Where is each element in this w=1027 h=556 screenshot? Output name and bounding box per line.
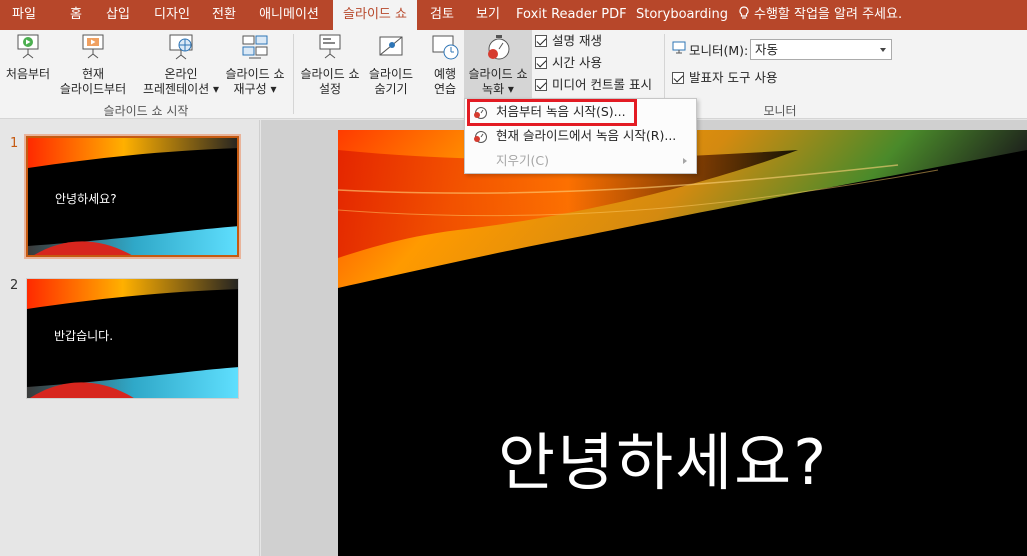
use-presenter-view-checkbox[interactable]: 발표자 도구 사용: [672, 69, 777, 87]
checkbox-checked-icon: [535, 79, 547, 91]
slide-editing-area: 안녕하세요?: [261, 120, 1027, 556]
rehearse-label-1: 예행: [433, 67, 457, 81]
tab-review[interactable]: 검토: [424, 0, 460, 30]
from-beginning-button[interactable]: 처음부터: [2, 32, 54, 98]
slide-thumb-text-2: 반갑습니다.: [54, 329, 114, 343]
tab-file[interactable]: 파일: [0, 0, 48, 30]
setup-show-label-2: 설정: [318, 82, 342, 96]
menu-clear[interactable]: 지우기(C): [465, 149, 696, 173]
tab-home[interactable]: 홈: [60, 0, 92, 30]
custom-show-icon: [242, 35, 268, 59]
tab-design[interactable]: 디자인: [146, 0, 198, 30]
checkbox-checked-icon: [535, 35, 547, 47]
powerpoint-window: 파일 홈 삽입 디자인 전환 애니메이션 슬라이드 쇼 검토 보기 Foxit …: [0, 0, 1027, 556]
slide-title-text[interactable]: 안녕하세요?: [498, 412, 828, 502]
use-timings-checkbox[interactable]: 시간 사용: [535, 54, 602, 72]
hide-slide-label-2: 숨기기: [374, 82, 408, 96]
from-beginning-label: 처음부터: [5, 67, 51, 81]
checkbox-checked-icon: [535, 57, 547, 69]
current-slide[interactable]: 안녕하세요?: [338, 130, 1027, 556]
use-timings-label: 시간 사용: [552, 55, 602, 70]
from-current-label-2: 슬라이드부터: [59, 82, 127, 96]
ribbon-tab-bar: 파일 홈 삽입 디자인 전환 애니메이션 슬라이드 쇼 검토 보기 Foxit …: [0, 0, 1027, 30]
show-media-controls-checkbox[interactable]: 미디어 컨트롤 표시: [535, 76, 652, 94]
rehearse-timings-icon: [432, 35, 459, 60]
rehearse-label-2: 연습: [433, 82, 457, 96]
tell-me-text: 수행할 작업을 알려 주세요.: [754, 7, 903, 22]
monitor-select[interactable]: 자동: [750, 39, 892, 60]
group-label-start-slide-show: 슬라이드 쇼 시작: [103, 104, 189, 118]
chevron-right-icon: [683, 158, 687, 164]
tab-storyboarding[interactable]: Storyboarding: [634, 0, 730, 30]
hide-slide-icon: [379, 36, 403, 56]
hide-slide-label-1: 슬라이드: [368, 67, 414, 81]
record-stopwatch-icon: [488, 35, 510, 60]
setup-show-icon: [319, 34, 341, 59]
slide-thumbnails-pane: 1 안녕하세요? 2 반갑습니다.: [0, 120, 260, 556]
custom-show-label-2: 재구성 ▾: [233, 82, 277, 96]
tab-view[interactable]: 보기: [470, 0, 506, 30]
ribbon-group-divider: [293, 34, 294, 114]
present-online-label-2: 프레젠테이션 ▾: [142, 82, 220, 96]
tab-foxit-reader-pdf[interactable]: Foxit Reader PDF: [516, 0, 627, 30]
menu-item-label: 현재 슬라이드에서 녹음 시작(R)...: [496, 128, 677, 143]
presenter-view-label: 발표자 도구 사용: [689, 70, 778, 85]
group-label-monitors: 모니터: [763, 104, 797, 118]
lightbulb-icon: [739, 6, 749, 19]
slideshow-play-icon: [17, 34, 39, 59]
tab-transitions[interactable]: 전환: [204, 0, 244, 30]
tab-animations[interactable]: 애니메이션: [250, 0, 328, 30]
tab-insert[interactable]: 삽입: [100, 0, 136, 30]
menu-record-from-current-slide[interactable]: 현재 슬라이드에서 녹음 시작(R)...: [465, 124, 696, 148]
present-online-icon: [169, 34, 193, 60]
slide-number-2: 2: [10, 278, 19, 293]
record-stopwatch-icon: [474, 131, 487, 143]
monitor-icon: [672, 41, 686, 54]
monitor-select-value: 자동: [755, 42, 779, 57]
tab-slide-show[interactable]: 슬라이드 쇼: [333, 0, 417, 30]
custom-show-label-1: 슬라이드 쇼: [225, 67, 285, 81]
play-narrations-label: 설명 재생: [552, 33, 602, 48]
record-slide-show-button[interactable]: 슬라이드 쇼 녹화 ▾: [464, 30, 532, 98]
slide-thumbnail-2[interactable]: 반갑습니다.: [26, 278, 239, 399]
tell-me-search[interactable]: 수행할 작업을 알려 주세요.: [738, 0, 902, 30]
rehearse-timings-button[interactable]: 예행 연습: [424, 32, 466, 98]
present-online-button[interactable]: 온라인 프레젠테이션 ▾: [137, 32, 225, 98]
annotation-highlight-box: [467, 99, 637, 126]
custom-slide-show-button[interactable]: 슬라이드 쇼 재구성 ▾: [221, 32, 289, 98]
slide-thumbnail-1[interactable]: 안녕하세요?: [24, 134, 241, 259]
monitor-label: 모니터(M):: [689, 43, 749, 58]
setup-show-label-1: 슬라이드 쇼: [300, 67, 360, 81]
show-media-controls-label: 미디어 컨트롤 표시: [552, 77, 652, 92]
from-current-slide-button[interactable]: 현재 슬라이드부터: [54, 32, 132, 98]
menu-item-label: 지우기(C): [496, 153, 549, 168]
record-label-2: 녹화 ▾: [482, 82, 514, 96]
from-current-label-1: 현재: [81, 67, 105, 81]
play-narrations-checkbox[interactable]: 설명 재생: [535, 32, 602, 50]
hide-slide-button[interactable]: 슬라이드 숨기기: [364, 32, 418, 98]
slide-thumb-text-1: 안녕하세요?: [55, 192, 117, 206]
slide-number-1: 1: [10, 136, 19, 151]
set-up-slide-show-button[interactable]: 슬라이드 쇼 설정: [296, 32, 364, 98]
present-online-label-1: 온라인: [164, 67, 198, 81]
chevron-down-icon: [880, 48, 886, 52]
slideshow-current-icon: [82, 34, 104, 59]
checkbox-checked-icon: [672, 72, 684, 84]
record-label-1: 슬라이드 쇼: [468, 67, 528, 81]
